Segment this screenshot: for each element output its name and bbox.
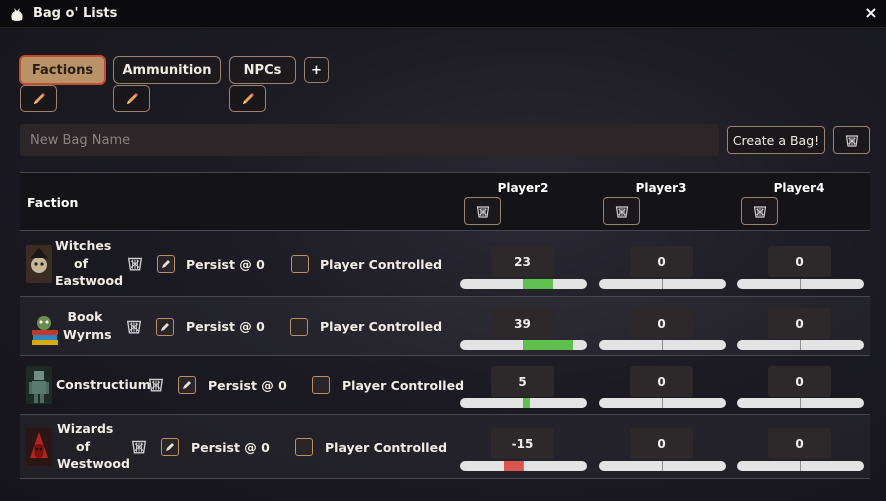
delete-player-button[interactable] [741, 197, 778, 225]
standing-bar [737, 340, 864, 350]
standing-bar [737, 279, 864, 289]
trash-basket-icon [615, 206, 628, 218]
player-controlled-label: Player Controlled [320, 319, 443, 334]
faction-row: Constructium Persist @ 0 Player Controll… [20, 356, 870, 415]
player-value[interactable]: 0 [630, 428, 693, 459]
edit-npcs-button[interactable] [229, 85, 266, 112]
pencil-icon [33, 92, 45, 104]
create-bag-button[interactable]: Create a Bag! [727, 126, 825, 154]
faction-row: Book Wyrms Persist @ 0 Player Controlled … [20, 297, 870, 356]
new-bag-name-input[interactable] [20, 124, 719, 156]
standing-bar [737, 398, 864, 408]
player-value[interactable]: 23 [491, 246, 554, 277]
player-controlled-checkbox[interactable] [295, 438, 313, 456]
trash-basket-icon[interactable] [131, 438, 147, 454]
add-tab-button[interactable]: + [304, 57, 329, 83]
trash-basket-icon [753, 206, 766, 218]
close-button[interactable]: × [862, 4, 880, 22]
faction-name: Book Wyrms [63, 309, 112, 342]
delete-player-button[interactable] [603, 197, 640, 225]
construct-portrait-icon [26, 366, 52, 404]
player-controlled-label: Player Controlled [325, 440, 448, 455]
pencil-icon [126, 92, 138, 104]
persist-label: Persist @ 0 [186, 257, 265, 272]
persist-checkbox[interactable] [156, 318, 174, 336]
player-value[interactable]: 0 [630, 308, 693, 339]
wizard-portrait-icon [26, 428, 52, 466]
player-value[interactable]: 0 [630, 366, 693, 397]
book-wyrm-portrait-icon [32, 316, 58, 345]
persist-label: Persist @ 0 [208, 378, 287, 393]
player-value[interactable]: 0 [768, 308, 831, 339]
player-value[interactable]: -15 [491, 428, 554, 459]
player-value[interactable]: 39 [491, 308, 554, 339]
persist-label: Persist @ 0 [186, 319, 265, 334]
standing-bar [599, 340, 726, 350]
player-value[interactable]: 0 [768, 366, 831, 397]
player-value[interactable]: 0 [768, 246, 831, 277]
player-column-header: Player2 [497, 181, 549, 195]
faction-name: Witches of Eastwood [55, 238, 124, 288]
player-controlled-checkbox[interactable] [312, 376, 330, 394]
standing-bar [460, 398, 587, 408]
player-column-header: Player4 [773, 181, 825, 195]
pencil-square-icon [162, 260, 170, 268]
delete-bag-button[interactable] [833, 126, 870, 154]
standing-bar [737, 461, 864, 471]
persist-checkbox[interactable] [157, 255, 175, 273]
standing-bar [460, 279, 587, 289]
table-header: Faction Player2 Player3 Player4 [20, 173, 870, 231]
standing-bar [599, 461, 726, 471]
standing-bar [599, 279, 726, 289]
persist-checkbox[interactable] [161, 438, 179, 456]
standing-fill [504, 461, 524, 471]
player-controlled-label: Player Controlled [342, 378, 465, 393]
standing-bar [460, 340, 587, 350]
player-value[interactable]: 0 [768, 428, 831, 459]
trash-basket-icon [476, 206, 489, 218]
player-value[interactable]: 0 [630, 246, 693, 277]
bag-icon [11, 7, 23, 21]
persist-label: Persist @ 0 [191, 440, 270, 455]
tab-npcs[interactable]: NPCs [229, 56, 296, 84]
standing-bar [599, 398, 726, 408]
tab-factions[interactable]: Factions [19, 55, 106, 85]
faction-name: Constructium [56, 377, 151, 392]
pencil-square-icon [161, 323, 169, 331]
window-title: Bag o' Lists [33, 6, 118, 21]
player-column-header: Player3 [635, 181, 687, 195]
faction-name: Wizards of Westwood [57, 421, 130, 471]
tab-ammunition[interactable]: Ammunition [113, 56, 221, 84]
trash-basket-icon[interactable] [148, 376, 164, 392]
trash-basket-icon[interactable] [126, 318, 142, 334]
edit-factions-button[interactable] [20, 85, 57, 112]
edit-ammunition-button[interactable] [113, 85, 150, 112]
faction-table: Faction Player2 Player3 Player4 Witches o… [20, 172, 870, 480]
trash-basket-icon[interactable] [127, 255, 143, 271]
standing-fill [523, 279, 553, 289]
persist-checkbox[interactable] [178, 376, 196, 394]
pencil-square-icon [166, 443, 174, 451]
pencil-square-icon [183, 381, 191, 389]
player-value[interactable]: 5 [491, 366, 554, 397]
title-bar: Bag o' Lists × [0, 0, 886, 28]
faction-row: Wizards of Westwood Persist @ 0 Player Con… [20, 415, 870, 479]
pencil-icon [242, 92, 254, 104]
standing-fill [523, 398, 530, 408]
standing-fill [523, 340, 574, 350]
trash-basket-icon [845, 135, 858, 147]
witch-portrait-icon [26, 245, 52, 283]
delete-player-button[interactable] [464, 197, 501, 225]
player-controlled-label: Player Controlled [320, 257, 443, 272]
player-controlled-checkbox[interactable] [290, 318, 308, 336]
player-controlled-checkbox[interactable] [291, 255, 309, 273]
faction-column-header: Faction [27, 195, 79, 210]
faction-row: Witches of Eastwood Persist @ 0 Player Con… [20, 231, 870, 297]
standing-bar [460, 461, 587, 471]
